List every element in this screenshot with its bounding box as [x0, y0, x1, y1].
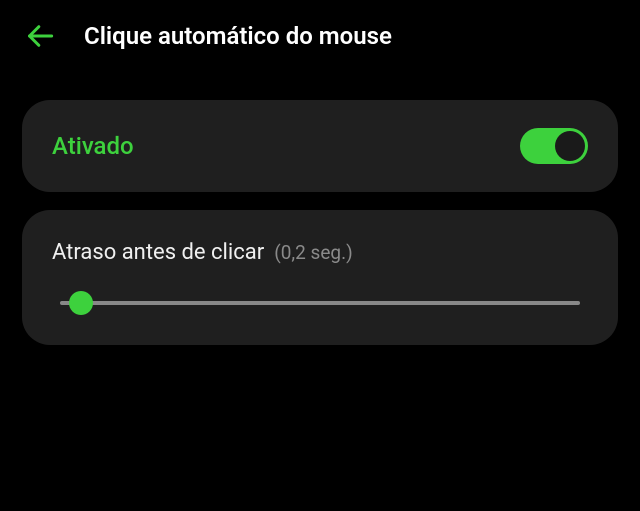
toggle-row: Ativado	[52, 128, 588, 164]
header: Clique automático do mouse	[0, 0, 640, 72]
slider-card: Atraso antes de clicar (0,2 seg.)	[22, 210, 618, 345]
toggle-label: Ativado	[52, 132, 134, 160]
enabled-toggle[interactable]	[520, 128, 588, 164]
slider-label: Atraso antes de clicar	[52, 240, 264, 265]
slider-thumb[interactable]	[69, 291, 93, 315]
back-icon[interactable]	[24, 20, 56, 52]
delay-slider[interactable]	[60, 301, 580, 305]
slider-label-row: Atraso antes de clicar (0,2 seg.)	[52, 240, 588, 265]
slider-value: (0,2 seg.)	[274, 241, 353, 264]
page-title: Clique automático do mouse	[84, 22, 392, 50]
toggle-knob	[555, 131, 585, 161]
toggle-card: Ativado	[22, 100, 618, 192]
